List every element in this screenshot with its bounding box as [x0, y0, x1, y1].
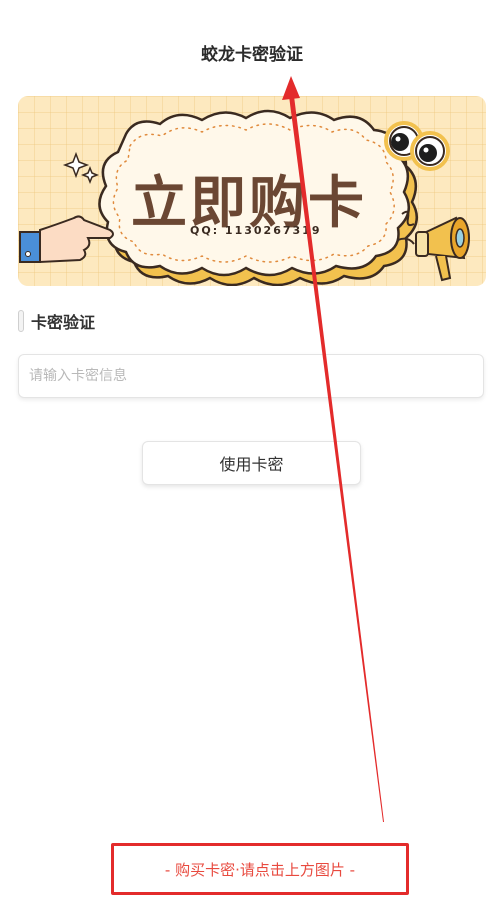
- page-title: 蛟龙卡密验证: [201, 45, 303, 65]
- section-label: 卡密验证: [31, 313, 96, 332]
- buy-hint-text: - 购买卡密·请点击上方图片 -: [164, 860, 356, 879]
- sparkle-icon: [62, 151, 100, 185]
- buy-hint-box: - 购买卡密·请点击上方图片 -: [111, 843, 409, 895]
- section-marker: [18, 310, 24, 332]
- megaphone-icon: [415, 216, 470, 282]
- section-header: 卡密验证: [18, 310, 95, 332]
- banner-qq-text: QQ: 1130267319: [190, 224, 322, 237]
- use-card-button[interactable]: 使用卡密: [142, 441, 361, 485]
- card-key-input[interactable]: [18, 354, 484, 398]
